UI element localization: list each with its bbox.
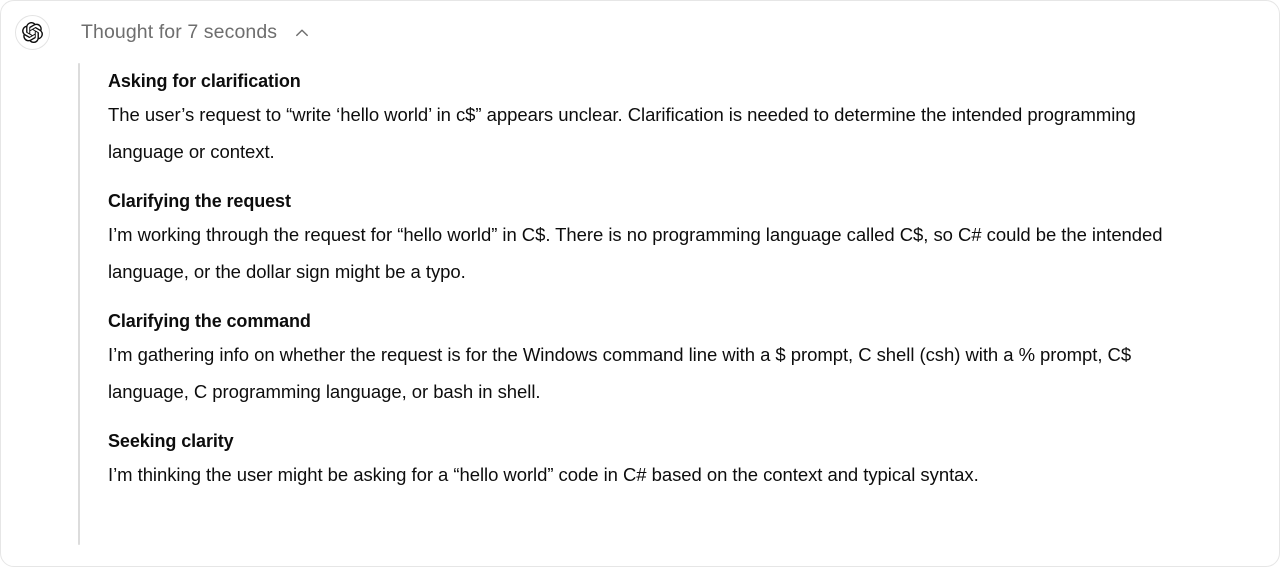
reasoning-step-text: I’m working through the request for “hel… <box>108 224 1163 282</box>
openai-logo-icon <box>15 15 50 50</box>
thought-duration-label: Thought for 7 seconds <box>81 20 278 43</box>
reasoning-header[interactable]: Thought for 7 seconds <box>1 1 1279 63</box>
reasoning-step: Clarifying the command I’m gathering inf… <box>108 307 1239 410</box>
reasoning-step: Asking for clarification The user’s requ… <box>108 67 1239 170</box>
reasoning-step-title: Seeking clarity <box>108 431 234 451</box>
reasoning-left-rule <box>78 63 80 545</box>
reasoning-step-title: Clarifying the request <box>108 191 291 211</box>
reasoning-step-title: Asking for clarification <box>108 71 301 91</box>
reasoning-step-text: I’m gathering info on whether the reques… <box>108 344 1132 402</box>
reasoning-step: Clarifying the request I’m working throu… <box>108 187 1239 290</box>
reasoning-body: Asking for clarification The user’s requ… <box>78 63 1279 545</box>
reasoning-summary-group[interactable]: Thought for 7 seconds <box>81 20 313 44</box>
reasoning-step: Seeking clarity I’m thinking the user mi… <box>108 427 1239 494</box>
chevron-up-icon[interactable] <box>291 22 313 44</box>
reasoning-step-title: Clarifying the command <box>108 311 311 331</box>
reasoning-step-text: The user’s request to “write ‘hello worl… <box>108 104 1136 162</box>
reasoning-trace-card: Thought for 7 seconds Asking for clarifi… <box>0 0 1280 567</box>
reasoning-step-text: I’m thinking the user might be asking fo… <box>108 464 979 485</box>
